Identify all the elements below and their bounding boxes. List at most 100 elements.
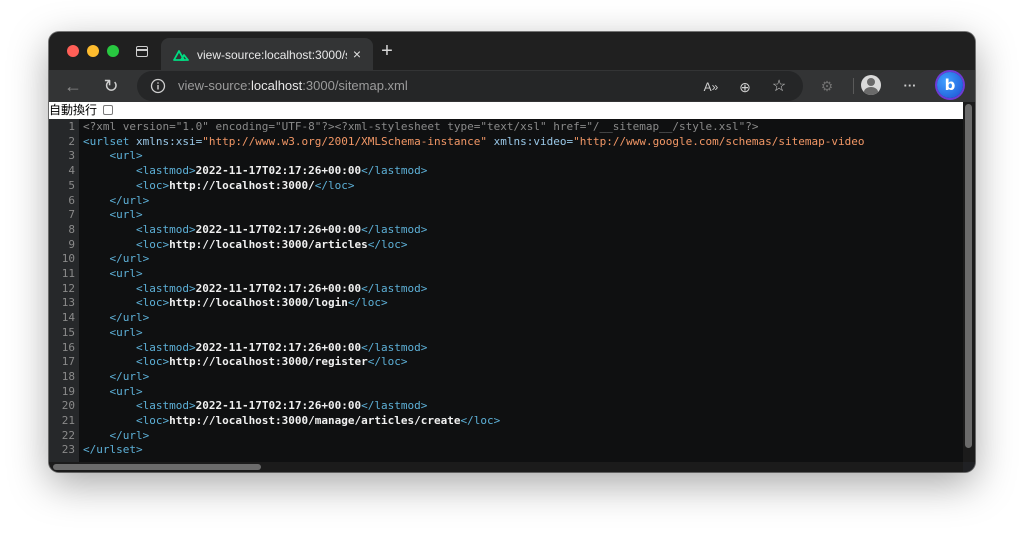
- tab-strip: view-source:localhost:3000/sit × +: [49, 32, 975, 70]
- url-host: localhost: [250, 78, 303, 93]
- line-number: 4: [68, 164, 75, 178]
- vertical-scrollbar-thumb[interactable]: [965, 104, 972, 448]
- url-text[interactable]: view-source:localhost:3000/sitemap.xml: [178, 78, 408, 94]
- line-number: 17: [61, 355, 75, 369]
- address-bar[interactable]: view-source:localhost:3000/sitemap.xml A…: [137, 71, 803, 101]
- code-token: </loc>: [367, 237, 408, 251]
- source-line: 17 <loc>http://localhost:3000/register</…: [49, 355, 963, 370]
- line-source: <loc>http://localhost:3000/articles</loc…: [83, 238, 408, 253]
- line-number: 12: [61, 281, 75, 295]
- horizontal-scrollbar-thumb[interactable]: [53, 464, 261, 470]
- new-tab-icon[interactable]: +: [377, 41, 397, 61]
- vertical-scrollbar[interactable]: [963, 102, 975, 462]
- source-line: 19 <url>: [49, 385, 963, 400]
- copilot-icon[interactable]: b: [937, 72, 963, 98]
- code-token: <loc>: [83, 414, 170, 427]
- source-view[interactable]: 1 <?xml version="1.0" encoding="UTF-8"?><…: [49, 119, 963, 462]
- line-source: </url>: [83, 429, 149, 444]
- source-line: 8 <lastmod>2022-11-17T02:17:26+00:00</la…: [49, 223, 963, 238]
- source-line: 13 <loc>http://localhost:3000/login</loc…: [49, 296, 963, 311]
- code-token: </url>: [83, 193, 150, 207]
- toolbar-divider: [853, 78, 854, 94]
- source-line: 12 <lastmod>2022-11-17T02:17:26+00:00</l…: [49, 282, 963, 297]
- line-number: 10: [61, 252, 75, 266]
- code-token: <lastmod>: [83, 399, 196, 413]
- line-number: 20: [61, 399, 75, 413]
- tab-actions-icon[interactable]: [136, 46, 148, 57]
- line-number: 13: [61, 296, 75, 310]
- line-number: 6: [68, 193, 75, 207]
- info-icon[interactable]: [150, 78, 166, 94]
- zoom-window-button[interactable]: [107, 45, 119, 57]
- source-line: 4 <lastmod>2022-11-17T02:17:26+00:00</la…: [49, 164, 963, 179]
- code-token: <url>: [83, 325, 143, 339]
- zoom-icon[interactable]: ⊕: [735, 77, 755, 97]
- url-scheme: view-source:: [178, 78, 251, 93]
- more-icon[interactable]: ···: [900, 76, 920, 96]
- code-token: <lastmod>: [83, 281, 196, 295]
- source-line: 10 </url>: [49, 252, 963, 267]
- code-token: "http://www.google.com/schemas/sitemap-v…: [573, 134, 865, 148]
- close-window-button[interactable]: [67, 45, 79, 57]
- line-source: <lastmod>2022-11-17T02:17:26+00:00</last…: [83, 341, 427, 356]
- line-source: </url>: [83, 194, 149, 209]
- profile-avatar[interactable]: [861, 75, 881, 95]
- line-number: 11: [61, 267, 75, 280]
- code-token: <?xml version="1.0" encoding="UTF-8"?><?…: [83, 120, 759, 133]
- source-line: 16 <lastmod>2022-11-17T02:17:26+00:00</l…: [49, 341, 963, 356]
- source-line: 3 <url>: [49, 149, 963, 164]
- line-number: 23: [61, 443, 75, 457]
- code-token: xmlns:xsi=: [129, 134, 203, 148]
- favorites-star-icon[interactable]: ☆: [769, 77, 789, 97]
- code-token: </lastmod>: [361, 164, 428, 178]
- line-source: <lastmod>2022-11-17T02:17:26+00:00</last…: [83, 223, 427, 238]
- source-line: 9 <loc>http://localhost:3000/articles</l…: [49, 238, 963, 253]
- line-source: <url>: [83, 208, 142, 223]
- line-source: </url>: [83, 370, 149, 385]
- line-source: <lastmod>2022-11-17T02:17:26+00:00</last…: [83, 164, 427, 179]
- code-token: </lastmod>: [361, 399, 428, 413]
- read-aloud-icon[interactable]: A»: [701, 77, 721, 97]
- back-icon[interactable]: ←: [61, 74, 85, 98]
- code-token: <lastmod>: [83, 222, 196, 236]
- code-token: "http://www.w3.org/2001/XMLSchema-instan…: [202, 134, 487, 148]
- extensions-icon[interactable]: ⚙: [817, 76, 837, 96]
- code-token: http://localhost:3000/register: [169, 355, 368, 369]
- line-source: <loc>http://localhost:3000/login</loc>: [83, 296, 388, 311]
- horizontal-scrollbar[interactable]: [49, 462, 963, 472]
- minimize-window-button[interactable]: [87, 45, 99, 57]
- line-number: 15: [61, 325, 75, 339]
- line-number: 22: [61, 428, 75, 442]
- code-token: </url>: [83, 369, 150, 383]
- reload-icon[interactable]: ↻: [99, 74, 123, 98]
- line-source: <lastmod>2022-11-17T02:17:26+00:00</last…: [83, 282, 427, 297]
- code-token: </lastmod>: [361, 222, 428, 236]
- code-token: <loc>: [83, 296, 170, 310]
- line-number: 21: [61, 414, 75, 427]
- line-number: 3: [68, 149, 75, 163]
- code-token: </urlset>: [83, 443, 143, 457]
- code-token: 2022-11-17T02:17:26+00:00: [195, 222, 362, 236]
- active-tab[interactable]: view-source:localhost:3000/sit ×: [161, 38, 373, 70]
- code-token: xmlns:video=: [487, 134, 574, 148]
- line-number: 1: [68, 120, 75, 133]
- code-token: <url>: [83, 384, 143, 398]
- line-wrap-checkbox[interactable]: [103, 105, 113, 115]
- code-token: </loc>: [367, 355, 408, 369]
- code-token: 2022-11-17T02:17:26+00:00: [195, 399, 362, 413]
- source-line: 21 <loc>http://localhost:3000/manage/art…: [49, 414, 963, 429]
- line-number: 18: [61, 369, 75, 383]
- source-line: 6 </url>: [49, 194, 963, 209]
- browser-window: view-source:localhost:3000/sit × + ← ↻ v…: [49, 32, 975, 472]
- source-line: 23 </urlset>: [49, 443, 963, 458]
- source-line: 5 <loc>http://localhost:3000/</loc>: [49, 179, 963, 194]
- navigation-toolbar: ← ↻ view-source:localhost:3000/sitemap.x…: [49, 70, 975, 102]
- line-source: <?xml version="1.0" encoding="UTF-8"?><?…: [83, 120, 759, 135]
- code-token: http://localhost:3000/: [169, 178, 315, 192]
- code-token: <url>: [83, 149, 143, 163]
- code-token: </loc>: [314, 178, 355, 192]
- code-token: <url>: [83, 267, 143, 280]
- code-token: </url>: [83, 252, 150, 266]
- code-token: 2022-11-17T02:17:26+00:00: [195, 340, 362, 354]
- close-tab-icon[interactable]: ×: [349, 45, 365, 63]
